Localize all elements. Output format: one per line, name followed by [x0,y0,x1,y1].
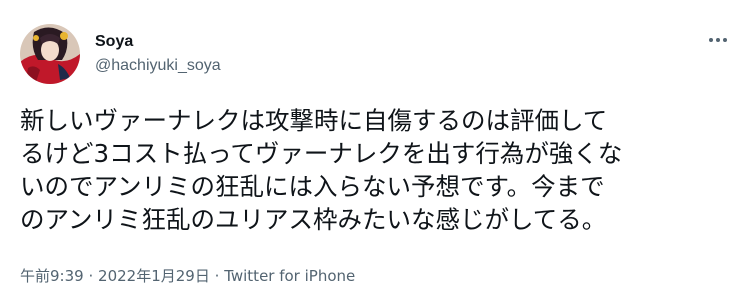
tweet-text-line: のアンリミ狂乱のユリアス枠みたいな感じがしてる。 [20,205,607,234]
avatar[interactable] [20,24,80,84]
avatar-image [20,24,80,84]
tweet-source-link[interactable]: Twitter for iPhone [224,267,355,285]
more-horizontal-icon [716,38,720,42]
tweet-text-line: 新しいヴァーナレクは攻撃時に自傷するのは評価して [20,106,608,135]
tweet-date[interactable]: 2022年1月29日 [98,267,210,285]
tweet-meta: 午前9:39 · 2022年1月29日 · Twitter for iPhone [20,266,355,286]
tweet-text-line: いのでアンリミの狂乱には入らない予想です。今まで [20,172,605,201]
more-horizontal-icon [723,38,727,42]
tweet-text: 新しいヴァーナレクは攻撃時に自傷するのは評価して るけど3コスト払ってヴァーナレ… [20,104,735,236]
meta-separator: · [214,267,220,285]
tweet-text-line: るけど3コスト払ってヴァーナレクを出す行為が強くな [20,139,623,168]
tweet-card: Soya @hachiyuki_soya 新しいヴァーナレクは攻撃時に自傷するの… [0,0,748,305]
user-info: Soya @hachiyuki_soya [95,32,221,76]
tweet-time[interactable]: 午前9:39 [20,267,84,285]
display-name[interactable]: Soya [95,32,221,52]
user-handle[interactable]: @hachiyuki_soya [95,56,221,76]
meta-separator: · [88,267,94,285]
more-button[interactable] [706,30,730,50]
more-horizontal-icon [709,38,713,42]
